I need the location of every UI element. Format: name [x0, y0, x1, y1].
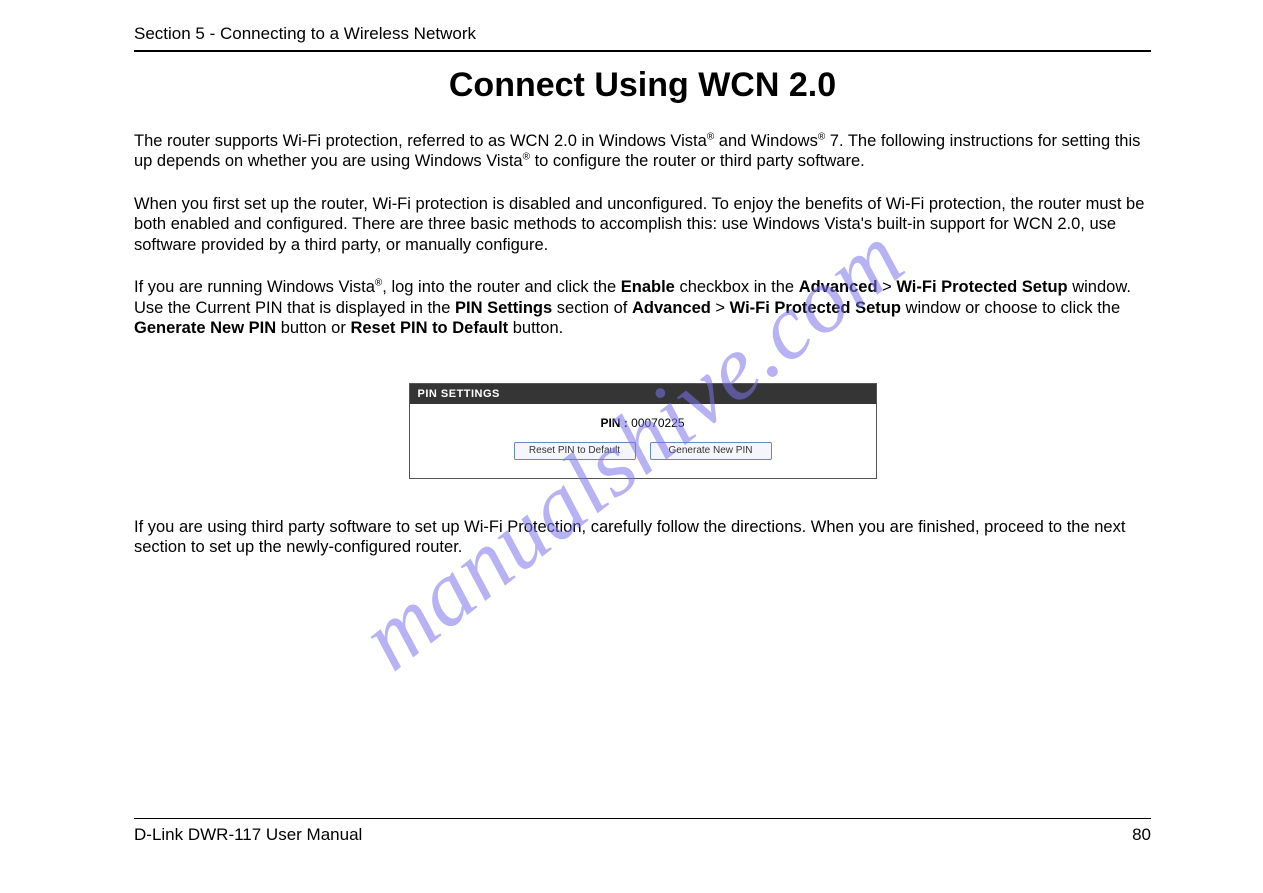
footer-page-number: 80 [1132, 825, 1151, 845]
bold-pin-settings: PIN Settings [455, 299, 552, 317]
pin-value: 00070225 [631, 416, 684, 430]
text: , log into the router and click the [382, 278, 620, 296]
text: If you are running Windows Vista [134, 278, 375, 296]
text: and Windows [714, 132, 818, 150]
paragraph-3: If you are running Windows Vista®, log i… [134, 277, 1151, 338]
text: to configure the router or third party s… [530, 152, 865, 170]
registered-mark: ® [523, 152, 530, 163]
text: window or choose to click the [901, 299, 1120, 317]
reset-pin-button[interactable]: Reset PIN to Default [514, 442, 636, 460]
footer: D-Link DWR-117 User Manual 80 [134, 818, 1151, 845]
text: > [878, 278, 897, 296]
text: section of [552, 299, 632, 317]
bold-advanced: Advanced [632, 299, 711, 317]
pin-label: PIN : [600, 416, 627, 430]
paragraph-4: If you are using third party software to… [134, 517, 1151, 558]
text: The router supports Wi-Fi protection, re… [134, 132, 707, 150]
text: > [711, 299, 730, 317]
generate-new-pin-button[interactable]: Generate New PIN [650, 442, 772, 460]
bold-advanced: Advanced [799, 278, 878, 296]
paragraph-2: When you first set up the router, Wi-Fi … [134, 194, 1151, 255]
text: button. [508, 319, 563, 337]
paragraph-1: The router supports Wi-Fi protection, re… [134, 131, 1151, 172]
bold-enable: Enable [621, 278, 675, 296]
bold-generate-new-pin: Generate New PIN [134, 319, 276, 337]
pin-settings-panel: PIN SETTINGS PIN : 00070225 Reset PIN to… [409, 383, 877, 479]
page-title: Connect Using WCN 2.0 [134, 66, 1151, 105]
pin-settings-header: PIN SETTINGS [410, 384, 876, 404]
text: button or [276, 319, 350, 337]
text: checkbox in the [675, 278, 799, 296]
bold-wps: Wi-Fi Protected Setup [896, 278, 1067, 296]
pin-row: PIN : 00070225 [420, 416, 866, 430]
pin-settings-body: PIN : 00070225 Reset PIN to Default Gene… [410, 404, 876, 478]
bold-wps: Wi-Fi Protected Setup [730, 299, 901, 317]
bold-reset-pin: Reset PIN to Default [350, 319, 508, 337]
footer-manual-name: D-Link DWR-117 User Manual [134, 825, 362, 845]
section-header: Section 5 - Connecting to a Wireless Net… [134, 24, 1151, 52]
